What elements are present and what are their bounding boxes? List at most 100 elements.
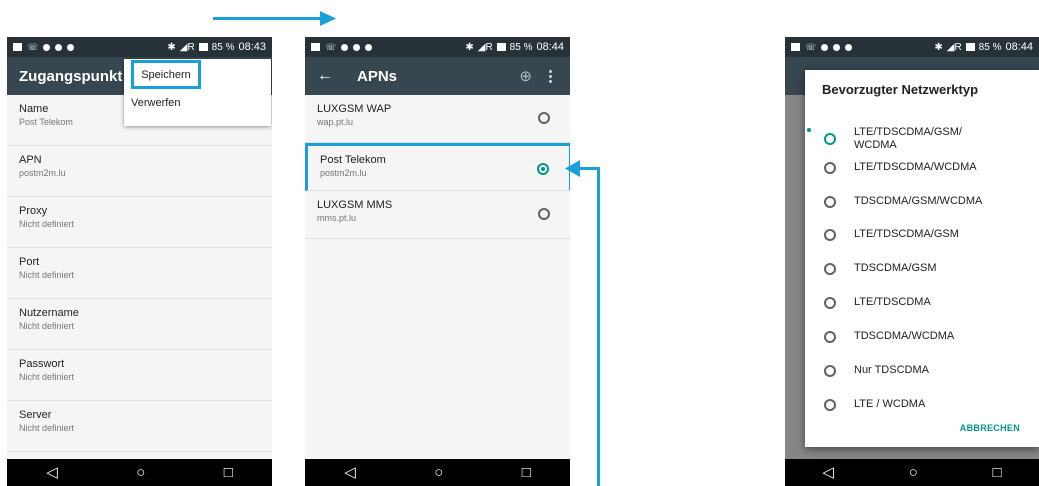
apn-field-row[interactable]: Server Nicht definiert: [7, 401, 272, 452]
field-value: postm2m.lu: [19, 168, 66, 178]
option-label: LTE / WCDMA: [854, 398, 926, 410]
option-radio[interactable]: [824, 133, 836, 145]
option-radio[interactable]: [824, 364, 836, 377]
notification-dot-icon: [821, 43, 829, 51]
page-title: APNs: [357, 67, 398, 85]
option-radio[interactable]: [824, 195, 836, 208]
option-label: TDSCDMA/GSM/WCDMA: [854, 195, 983, 207]
clock: 08:44: [536, 41, 564, 53]
recent-apps-icon[interactable]: □: [522, 465, 531, 480]
nav-bar: ◁ ○ □: [7, 459, 272, 486]
back-icon[interactable]: ◁: [822, 465, 834, 480]
notification-dot-icon: [67, 43, 75, 51]
apn-list: LUXGSM WAP wap.pt.lu Post Telekom postm2m.l…: [305, 95, 570, 239]
notification-dot-icon: [43, 43, 51, 51]
option-radio[interactable]: [824, 296, 836, 309]
option-radio[interactable]: [824, 330, 836, 343]
battery-icon: [965, 43, 975, 51]
field-value: Nicht definiert: [19, 423, 75, 433]
option-label: LTE/TDSCDMA/GSM/ WCDMA: [854, 126, 962, 151]
option-radio[interactable]: [824, 161, 836, 174]
network-type-option[interactable]: LTE/TDSCDMA: [805, 296, 1039, 309]
apn-field-row[interactable]: Port Nicht definiert: [7, 248, 272, 299]
bluetooth-icon: ✱: [167, 41, 176, 53]
bluetooth-icon: ✱: [465, 41, 474, 53]
apn-field-row[interactable]: Passwort Nicht definiert: [7, 350, 272, 401]
recent-apps-icon[interactable]: □: [993, 465, 1002, 480]
field-label: Proxy: [19, 205, 48, 217]
apn-radio[interactable]: [538, 112, 550, 124]
apn-value: wap.pt.lu: [317, 117, 354, 127]
battery-icon: [496, 43, 506, 51]
status-bar: ☏ ✱ ◢R 85 % 08:44: [785, 37, 1039, 57]
network-type-option[interactable]: LTE/TDSCDMA/GSM/ WCDMA: [805, 126, 1039, 152]
network-type-option[interactable]: LTE/TDSCDMA/WCDMA: [805, 161, 1039, 174]
battery-percent: 85 %: [978, 41, 1002, 53]
bluetooth-icon: ✱: [934, 41, 943, 53]
network-type-option[interactable]: TDSCDMA/GSM: [805, 262, 1039, 275]
arrow-head-left-icon: [565, 160, 580, 177]
option-radio[interactable]: [824, 228, 836, 241]
status-bar: ☏ ✱ ◢R 85 % 08:44: [305, 37, 570, 57]
network-type-option[interactable]: TDSCDMA/GSM/WCDMA: [805, 195, 1039, 208]
home-icon[interactable]: ○: [136, 465, 145, 480]
field-label: Nutzername: [19, 307, 79, 319]
field-label: Passwort: [19, 358, 65, 370]
discard-menu-item[interactable]: Verwerfen: [131, 97, 181, 109]
phone-apn-editor: ☏ ✱ ◢R 85 % 08:43 Zugangspunkt b Name Pos…: [7, 37, 272, 486]
back-icon[interactable]: ◁: [344, 465, 356, 480]
notification-icon: ☏: [27, 41, 39, 52]
back-icon[interactable]: ◁: [46, 465, 58, 480]
option-label: Nur TDSCDMA: [854, 364, 929, 376]
phone-apn-list: ☏ ✱ ◢R 85 % 08:44 ← APNs ⊕ ⋮ LUXGSM WAP w…: [305, 37, 570, 486]
recent-apps-icon[interactable]: □: [224, 465, 233, 480]
apn-list-item[interactable]: LUXGSM WAP wap.pt.lu: [305, 95, 570, 143]
more-options-icon[interactable]: ⋮: [543, 67, 558, 85]
notification-dot-icon: [845, 43, 853, 51]
network-type-option[interactable]: LTE / WCDMA: [805, 398, 1039, 411]
apn-field-row[interactable]: Nutzername Nicht definiert: [7, 299, 272, 350]
apn-list-item[interactable]: LUXGSM MMS mms.pt.lu: [305, 191, 570, 239]
apn-value: mms.pt.lu: [317, 213, 357, 223]
network-type-option[interactable]: TDSCDMA/WCDMA: [805, 330, 1039, 343]
field-value: Nicht definiert: [19, 270, 75, 280]
network-type-dialog: Bevorzugter Netzwerktyp LTE/TDSCDMA/GSM/…: [805, 70, 1039, 447]
option-radio[interactable]: [824, 262, 836, 275]
apn-field-row[interactable]: Proxy Nicht definiert: [7, 197, 272, 248]
home-icon[interactable]: ○: [909, 465, 918, 480]
network-type-option[interactable]: LTE/TDSCDMA/GSM: [805, 228, 1039, 241]
apn-list-item[interactable]: Post Telekom postm2m.lu: [305, 143, 570, 191]
nav-bar: ◁ ○ □: [785, 459, 1039, 486]
field-label: Port: [19, 256, 40, 268]
notification-dot-icon: [55, 43, 63, 51]
apn-radio[interactable]: [538, 208, 550, 220]
option-label: LTE/TDSCDMA/GSM: [854, 228, 959, 240]
signal-icon: ◢R: [179, 41, 195, 53]
battery-percent: 85 %: [509, 41, 533, 53]
field-label: APN: [19, 154, 42, 166]
notification-icon: ☏: [805, 41, 817, 52]
apn-name: LUXGSM WAP: [317, 103, 392, 115]
home-icon[interactable]: ○: [434, 465, 443, 480]
option-radio[interactable]: [824, 398, 836, 411]
apn-radio[interactable]: [537, 163, 549, 175]
cancel-button[interactable]: ABBRECHEN: [960, 423, 1020, 433]
notification-dot-icon: [833, 43, 841, 51]
image-icon: [13, 43, 22, 51]
network-type-option[interactable]: Nur TDSCDMA: [805, 364, 1039, 377]
field-value: Nicht definiert: [19, 321, 75, 331]
option-label: TDSCDMA/WCDMA: [854, 330, 955, 342]
notification-dot-icon: [365, 43, 373, 51]
battery-icon: [198, 43, 208, 51]
apn-field-row[interactable]: APN postm2m.lu: [7, 146, 272, 197]
arrow-head-right-icon: [320, 11, 336, 26]
field-value: Nicht definiert: [19, 219, 75, 229]
apn-name: Post Telekom: [320, 154, 386, 166]
apn-field-list: Name Post Telekom APN postm2m.lu Proxy Nicht …: [7, 95, 272, 452]
app-bar: ← APNs ⊕ ⋮: [305, 57, 570, 95]
status-bar: ☏ ✱ ◢R 85 % 08:43: [7, 37, 272, 57]
nav-bar: ◁ ○ □: [305, 459, 570, 486]
add-icon[interactable]: ⊕: [519, 67, 532, 85]
save-menu-item[interactable]: Speichern: [131, 60, 201, 89]
back-arrow-icon[interactable]: ←: [317, 67, 333, 85]
